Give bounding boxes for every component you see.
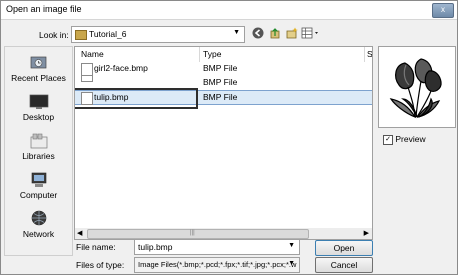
look-in-value: Tutorial_6 [89,29,127,39]
folder-icon [75,30,87,40]
place-label: Network [22,229,55,239]
file-name-value: tulip.bmp [138,242,173,252]
preview-pane [378,46,456,128]
place-label: Libraries [22,151,55,161]
libraries-icon [30,133,47,149]
place-label: Computer [19,190,58,200]
open-button[interactable]: Open [315,240,373,256]
file-name-label: File name: [76,242,116,252]
bmp-file-icon [81,92,93,105]
view-menu-icon[interactable] [300,27,322,40]
place-recent-places[interactable]: Recent Places [5,54,72,83]
file-list[interactable]: Name Type S girl2-face.bmp BMP File BMP … [74,46,373,230]
scroll-left-icon[interactable]: ◀ [77,229,82,237]
places-bar: Recent Places Desktop Libraries Computer… [4,46,73,256]
bmp-file-icon [81,63,93,76]
close-button[interactable]: x [432,3,454,18]
file-name: tulip.bmp [94,92,129,102]
preview-checkbox[interactable]: ✓ Preview [383,134,426,145]
network-icon [31,210,46,226]
look-in-label: Look in: [39,30,69,40]
checkbox-icon[interactable]: ✓ [383,134,393,145]
chevron-down-icon[interactable]: ▼ [288,260,295,267]
computer-icon [31,172,46,187]
back-icon[interactable] [251,27,265,40]
file-name-input[interactable]: tulip.bmp ▼ [134,239,300,255]
close-icon: x [441,5,445,14]
file-row[interactable]: girl2-face.bmp BMP File [75,62,372,76]
look-in-dropdown[interactable]: Tutorial_6 ▼ [71,26,245,43]
column-header-type[interactable]: Type [203,47,221,62]
place-network[interactable]: Network [5,210,72,239]
place-computer[interactable]: Computer [5,171,72,200]
scroll-right-icon[interactable]: ▶ [364,229,369,237]
up-folder-icon[interactable] [268,27,282,40]
new-folder-icon[interactable] [285,27,299,40]
recent-places-icon [30,56,46,69]
place-label: Recent Places [11,73,66,83]
files-of-type-label: Files of type: [76,260,125,270]
scrollbar-thumb[interactable]: ||| [87,229,309,239]
preview-label: Preview [395,134,426,144]
chevron-down-icon: ▼ [233,29,240,36]
column-divider[interactable] [199,47,200,62]
open-image-dialog: Open an image file x Look in: Tutorial_6… [0,0,458,275]
file-name: girl2-face.bmp [94,63,148,73]
file-type: BMP File [203,92,238,102]
files-of-type-select[interactable]: Image Files(*.bmp;*.pcd;*.fpx;*.tif;*.jp… [134,257,300,273]
file-type: BMP File [203,63,238,73]
column-divider[interactable] [364,47,365,62]
window-title: Open an image file [6,4,82,14]
file-row-selected[interactable]: tulip.bmp BMP File [75,88,372,109]
place-desktop[interactable]: Desktop [5,93,72,122]
place-label: Desktop [22,112,55,122]
title-bar: Open an image file x [1,1,457,20]
files-of-type-value: Image Files(*.bmp;*.pcd;*.fpx;*.tif;*.jp… [138,260,297,269]
desktop-icon [29,94,48,109]
tulip-preview-image [389,58,442,119]
grip-icon: ||| [190,230,195,236]
file-type: BMP File [203,77,238,87]
column-header-size[interactable]: S [367,47,372,62]
cancel-button[interactable]: Cancel [315,257,373,273]
column-header-name[interactable]: Name [81,47,104,62]
chevron-down-icon[interactable]: ▼ [288,242,295,249]
place-libraries[interactable]: Libraries [5,132,72,161]
bmp-file-icon [81,76,93,82]
